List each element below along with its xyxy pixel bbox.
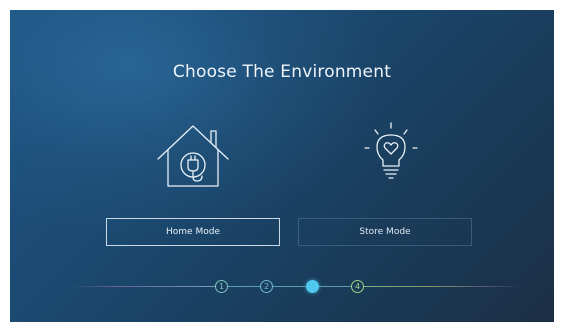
step-2-indicator: 2 xyxy=(260,280,273,293)
store-mode-button[interactable]: Store Mode xyxy=(298,218,472,246)
step-3-indicator-current: 3 xyxy=(306,280,319,293)
stepper-line-middle xyxy=(218,286,362,287)
lightbulb-heart-icon xyxy=(355,120,427,192)
step-1-indicator: 1 xyxy=(215,280,228,293)
setup-screen: Choose The Environment Home Mode Store M… xyxy=(10,10,554,322)
step-4-indicator: 4 xyxy=(351,280,364,293)
stepper-line-right xyxy=(362,286,522,287)
setup-progress-stepper: 1 2 3 4 xyxy=(10,276,554,298)
home-mode-button[interactable]: Home Mode xyxy=(106,218,280,246)
house-plug-icon xyxy=(155,123,231,189)
page-title: Choose The Environment xyxy=(172,62,392,82)
stepper-line-left xyxy=(70,286,218,287)
